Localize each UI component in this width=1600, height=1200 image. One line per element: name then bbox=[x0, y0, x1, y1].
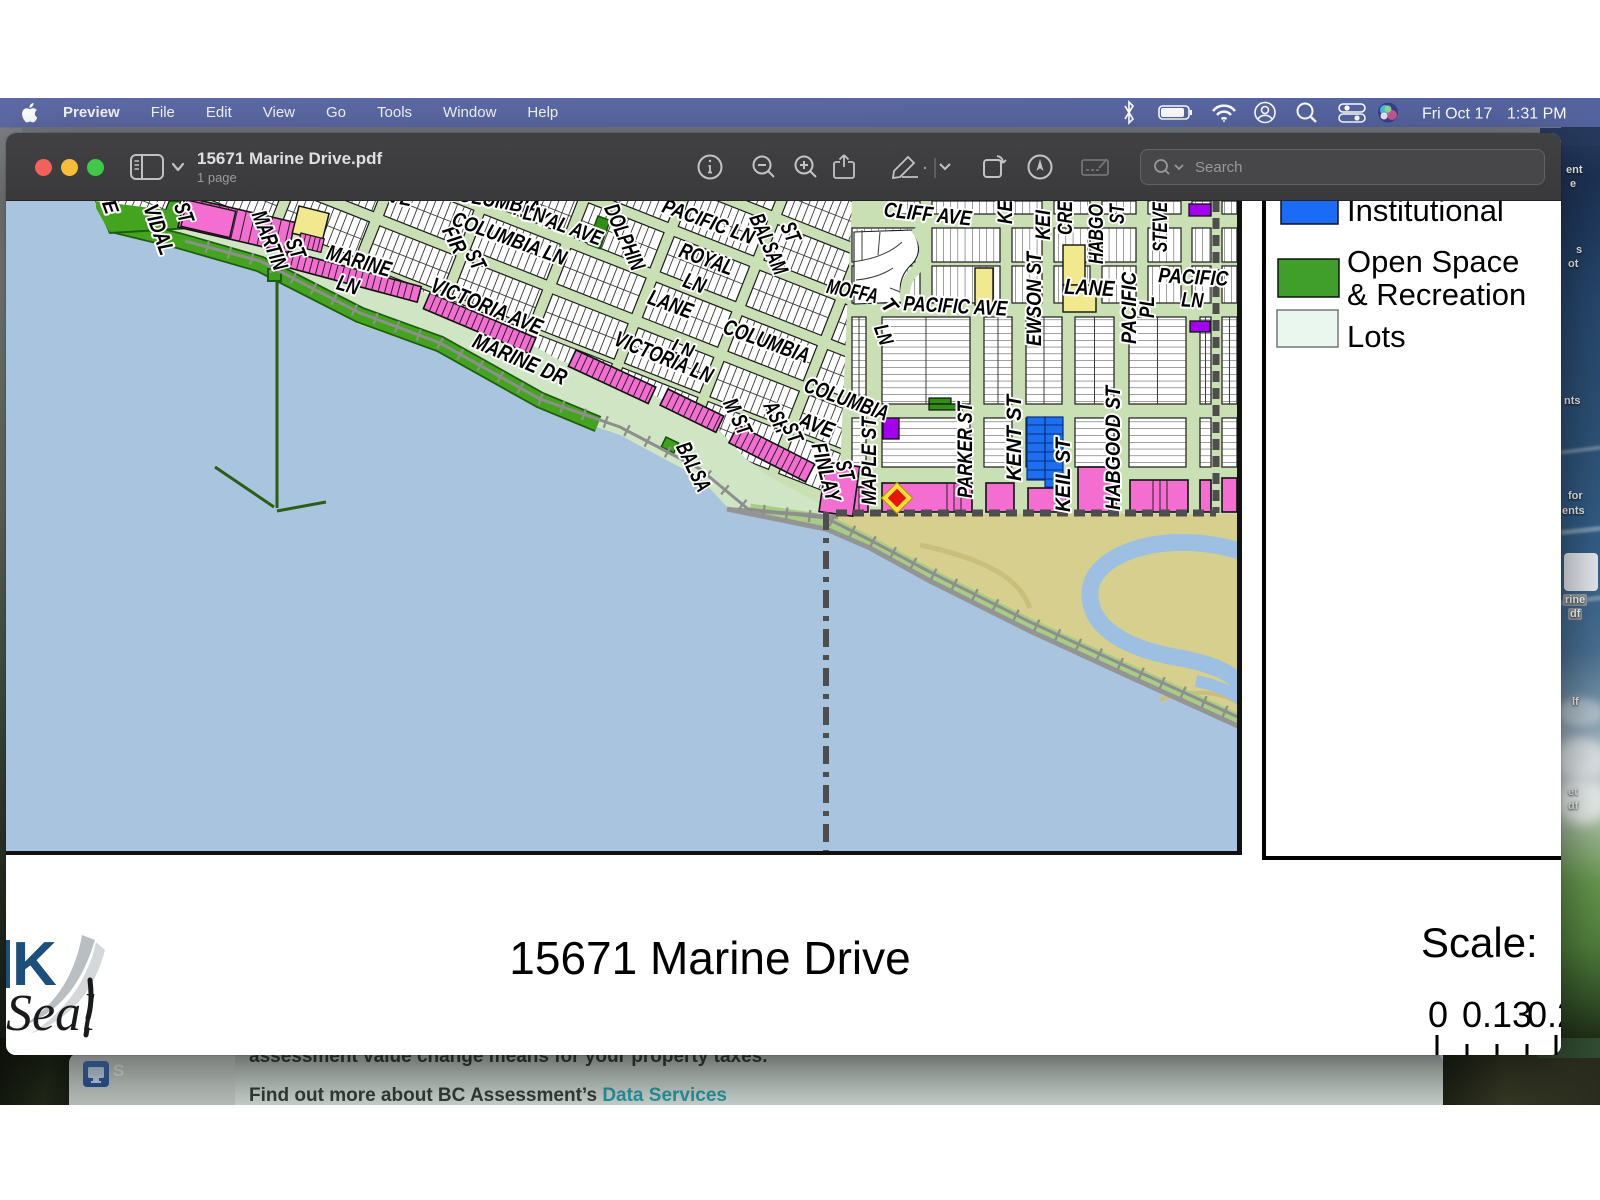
svg-text:Lots: Lots bbox=[1347, 319, 1406, 354]
svg-text:STEVE: STEVE bbox=[1149, 201, 1172, 252]
svg-text:KE: KE bbox=[994, 201, 1017, 224]
svg-text:LN: LN bbox=[1181, 288, 1205, 312]
svg-text:Open Space: Open Space bbox=[1347, 244, 1519, 279]
svg-text:MAPLE ST: MAPLE ST bbox=[858, 415, 881, 505]
svg-text:& Recreation: & Recreation bbox=[1347, 277, 1526, 312]
svg-text:HABGO: HABGO bbox=[1085, 204, 1108, 264]
svg-text:15671 Marine Drive: 15671 Marine Drive bbox=[509, 932, 910, 984]
svg-text:PL: PL bbox=[1136, 296, 1159, 318]
svg-text:CRE: CRE bbox=[1054, 201, 1077, 235]
svg-text:0: 0 bbox=[1428, 994, 1448, 1035]
svg-text:KEI: KEI bbox=[1032, 209, 1055, 240]
svg-text:0.2: 0.2 bbox=[1527, 994, 1561, 1035]
svg-text:ST: ST bbox=[1106, 202, 1129, 224]
svg-text:PACIFIC: PACIFIC bbox=[1158, 264, 1230, 291]
svg-text:Seal: Seal bbox=[6, 985, 96, 1042]
svg-text:EWSON ST: EWSON ST bbox=[1023, 250, 1046, 346]
svg-text:PARKER ST: PARKER ST bbox=[954, 400, 977, 498]
svg-text:Fri Oct 17: Fri Oct 17 bbox=[1422, 106, 1492, 123]
svg-text:KENT ST: KENT ST bbox=[1003, 393, 1026, 481]
svg-text:1:31 PM: 1:31 PM bbox=[1507, 106, 1567, 123]
svg-text:0.13: 0.13 bbox=[1462, 994, 1532, 1035]
svg-text:Scale:: Scale: bbox=[1421, 919, 1538, 966]
svg-text:LANE: LANE bbox=[1064, 274, 1116, 302]
svg-text:KEIL ST: KEIL ST bbox=[1052, 436, 1075, 512]
svg-text:Institutional: Institutional bbox=[1347, 201, 1504, 228]
svg-text:HABGOOD ST: HABGOOD ST bbox=[1102, 384, 1125, 510]
